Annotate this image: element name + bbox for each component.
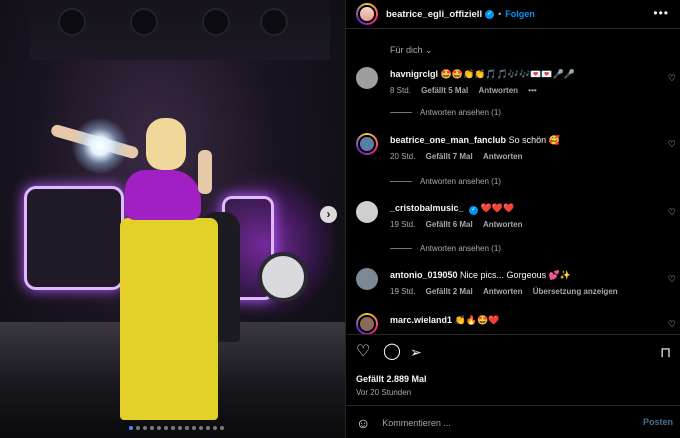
likes-count[interactable]: Gefällt 2.889 Mal: [356, 374, 427, 384]
post-sidebar: beatrice_egli_offiziell ✓ • Folgen ••• F…: [345, 0, 680, 438]
post-header: beatrice_egli_offiziell ✓ • Folgen •••: [346, 0, 680, 29]
carousel-dot: [143, 426, 147, 430]
comment-text: marc.wieland1 👏🔥🤩❤️: [390, 315, 660, 326]
reply-button[interactable]: Antworten: [483, 287, 523, 296]
carousel-dot: [129, 426, 133, 430]
singer-arm-right: [198, 150, 212, 194]
carousel-dot: [157, 426, 161, 430]
comment-likes[interactable]: Gefällt 6 Mal: [426, 220, 473, 229]
commenter-avatar[interactable]: [356, 201, 378, 223]
spotlight: [72, 118, 128, 174]
comment-text: antonio_019050 Nice pics... Gorgeous 💕✨: [390, 270, 660, 281]
comment-meta: 19 Std. Gefällt 6 Mal Antworten: [390, 220, 531, 229]
commenter-avatar[interactable]: [356, 268, 378, 290]
author-avatar[interactable]: [356, 3, 378, 25]
comment-input[interactable]: [382, 417, 623, 428]
reply-button[interactable]: Antworten: [483, 152, 523, 161]
post-comment-button[interactable]: Posten: [643, 417, 673, 427]
reply-button[interactable]: Antworten: [483, 220, 523, 229]
comment-filter[interactable]: Für dich ⌄: [390, 45, 433, 56]
comment-content: Nice pics... Gorgeous 💕✨: [460, 270, 571, 280]
comment-like-heart-icon[interactable]: ♡: [668, 139, 676, 150]
carousel-dot: [171, 426, 175, 430]
carousel-dot: [199, 426, 203, 430]
commenter-avatar[interactable]: [356, 313, 378, 335]
carousel-dot: [185, 426, 189, 430]
comment-like-heart-icon[interactable]: ♡: [668, 319, 676, 330]
comment-text: beatrice_one_man_fanclub So schön 🥰: [390, 135, 660, 146]
carousel-dot: [178, 426, 182, 430]
comment-content: 👏🔥🤩❤️: [454, 315, 500, 325]
comment-content: 🤩🤩👏👏🎵🎵🎶🎶💌💌🎤🎤: [440, 69, 576, 79]
comment-text: _cristobalmusic_ ✓ ❤️❤️❤️: [390, 203, 660, 215]
comment-content: ❤️❤️❤️: [480, 203, 515, 213]
carousel-dot: [220, 426, 224, 430]
view-replies-button[interactable]: Antworten ansehen (1): [390, 108, 501, 117]
singer-head: [146, 118, 186, 170]
comment-time: 8 Std.: [390, 86, 411, 95]
commenter-avatar[interactable]: [356, 67, 378, 89]
reply-button[interactable]: Antworten: [479, 86, 519, 95]
post-actions: ♡ ◯ ➢ ⊓ Gefällt 2.889 Mal Vor 20 Stunden…: [346, 334, 680, 438]
next-image-button[interactable]: ›: [320, 206, 337, 223]
commenter-username[interactable]: _cristobalmusic_: [390, 203, 464, 213]
share-icon[interactable]: ➢: [410, 344, 422, 360]
separator: •: [498, 9, 502, 19]
comment-likes[interactable]: Gefällt 2 Mal: [426, 287, 473, 296]
bookmark-icon[interactable]: ⊓: [660, 344, 671, 360]
more-options-icon[interactable]: •••: [653, 7, 669, 19]
carousel-dot: [136, 426, 140, 430]
view-replies-button[interactable]: Antworten ansehen (1): [390, 177, 501, 186]
comment-content: So schön 🥰: [508, 135, 560, 145]
author-username[interactable]: beatrice_egli_offiziell: [386, 9, 482, 20]
post-photo[interactable]: ›: [0, 0, 345, 438]
commenter-username[interactable]: marc.wieland1: [390, 315, 452, 325]
follow-button[interactable]: Folgen: [505, 9, 535, 19]
carousel-dot: [206, 426, 210, 430]
comment-text: havnigrclgl 🤩🤩👏👏🎵🎵🎶🎶💌💌🎤🎤: [390, 69, 660, 80]
carousel-indicator: [129, 426, 224, 430]
lighting-rig: [30, 0, 330, 60]
commenter-username[interactable]: havnigrclgl: [390, 69, 438, 79]
comment-meta: 19 Std. Gefällt 2 Mal Antworten Übersetz…: [390, 287, 626, 296]
heart-icon[interactable]: ♡: [356, 344, 370, 360]
comment-likes[interactable]: Gefällt 7 Mal: [426, 152, 473, 161]
carousel-dot: [213, 426, 217, 430]
singer-pants: [120, 218, 218, 420]
emoji-icon[interactable]: ☺: [356, 415, 370, 431]
carousel-dot: [164, 426, 168, 430]
comment-time: 19 Std.: [390, 220, 416, 229]
commenter-avatar[interactable]: [356, 133, 378, 155]
commenter-username[interactable]: beatrice_one_man_fanclub: [390, 135, 506, 145]
singer-top: [125, 170, 201, 220]
carousel-dot: [192, 426, 196, 430]
comment-likes[interactable]: Gefällt 5 Mal: [421, 86, 468, 95]
comment-like-heart-icon[interactable]: ♡: [668, 274, 676, 285]
comment-meta: 8 Std. Gefällt 5 Mal Antworten •••: [390, 86, 545, 95]
comment-like-heart-icon[interactable]: ♡: [668, 73, 676, 84]
led-screen: [24, 186, 124, 290]
comment-time: 20 Std.: [390, 152, 416, 161]
drum-kit: [258, 252, 308, 302]
comment-composer: ☺ Posten: [346, 405, 680, 438]
view-replies-button[interactable]: Antworten ansehen (1): [390, 244, 501, 253]
comment-meta: 20 Std. Gefällt 7 Mal Antworten: [390, 152, 531, 161]
verified-badge-icon: ✓: [485, 9, 495, 19]
comment-icon[interactable]: ◯: [383, 344, 401, 360]
comment-time: 19 Std.: [390, 287, 416, 296]
verified-badge-icon: ✓: [469, 206, 479, 215]
comment-options-icon[interactable]: •••: [528, 86, 536, 95]
translate-button[interactable]: Übersetzung anzeigen: [533, 287, 618, 296]
post-time: Vor 20 Stunden: [356, 388, 412, 397]
comment-like-heart-icon[interactable]: ♡: [668, 207, 676, 218]
commenter-username[interactable]: antonio_019050: [390, 270, 458, 280]
carousel-dot: [150, 426, 154, 430]
